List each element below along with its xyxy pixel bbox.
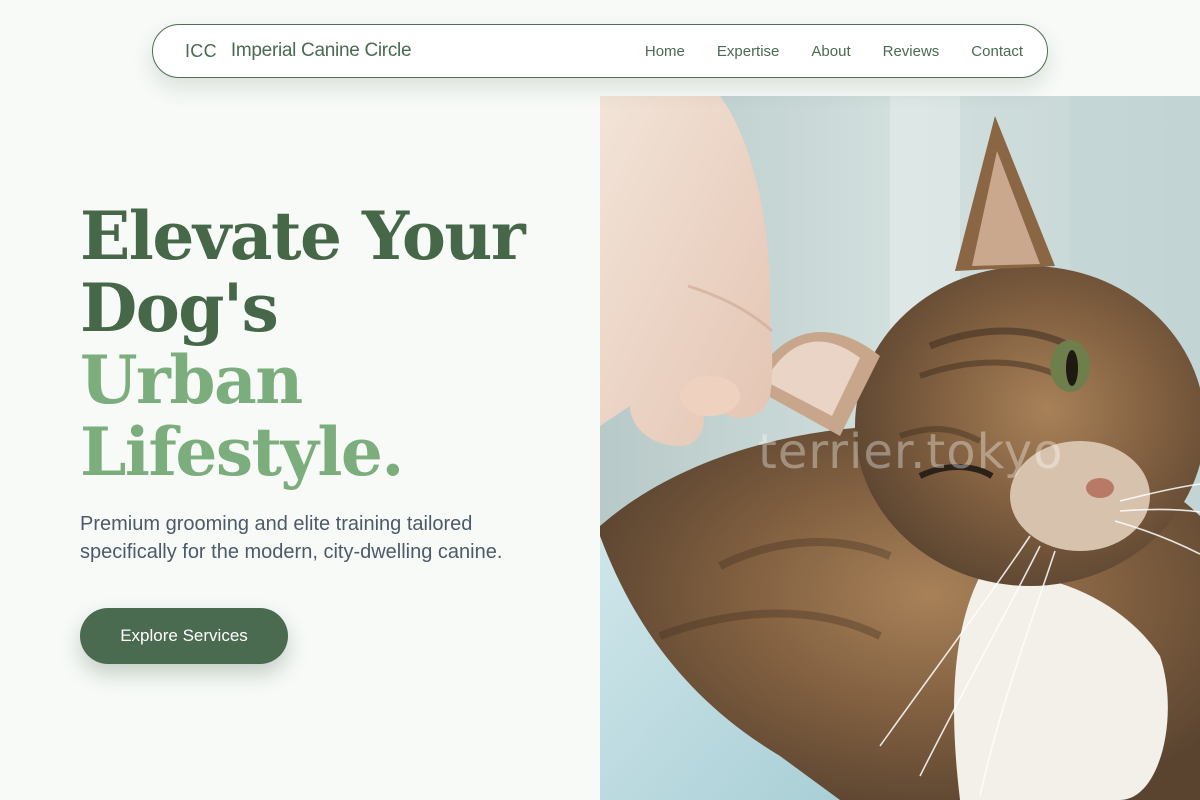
headline-line-1: Elevate Your — [80, 197, 526, 275]
hero-subtitle: Premium grooming and elite training tail… — [80, 513, 503, 563]
hero-headline: Elevate Your Dog's Urban Lifestyle. — [80, 200, 580, 488]
nav-link-about[interactable]: About — [811, 43, 850, 60]
hero-section: Elevate Your Dog's Urban Lifestyle. Prem… — [80, 200, 580, 664]
image-watermark: terrier.tokyo — [758, 424, 1064, 480]
nav-links: Home Expertise About Reviews Contact — [645, 43, 1023, 60]
explore-services-button[interactable]: Explore Services — [80, 608, 288, 664]
brand-logo-mark[interactable]: ICC — [185, 41, 217, 62]
headline-line-3: Urban — [80, 341, 303, 419]
brand-name[interactable]: Imperial Canine Circle — [231, 40, 412, 62]
top-navigation: ICC Imperial Canine Circle Home Expertis… — [152, 24, 1048, 78]
nav-link-contact[interactable]: Contact — [971, 43, 1023, 60]
nav-link-expertise[interactable]: Expertise — [717, 43, 780, 60]
brand[interactable]: ICC Imperial Canine Circle — [185, 40, 412, 62]
headline-line-2: Dog's — [80, 269, 279, 347]
hero-image: terrier.tokyo — [600, 96, 1200, 800]
nav-link-home[interactable]: Home — [645, 43, 685, 60]
nav-link-reviews[interactable]: Reviews — [883, 43, 940, 60]
headline-line-4: Lifestyle. — [80, 413, 404, 491]
